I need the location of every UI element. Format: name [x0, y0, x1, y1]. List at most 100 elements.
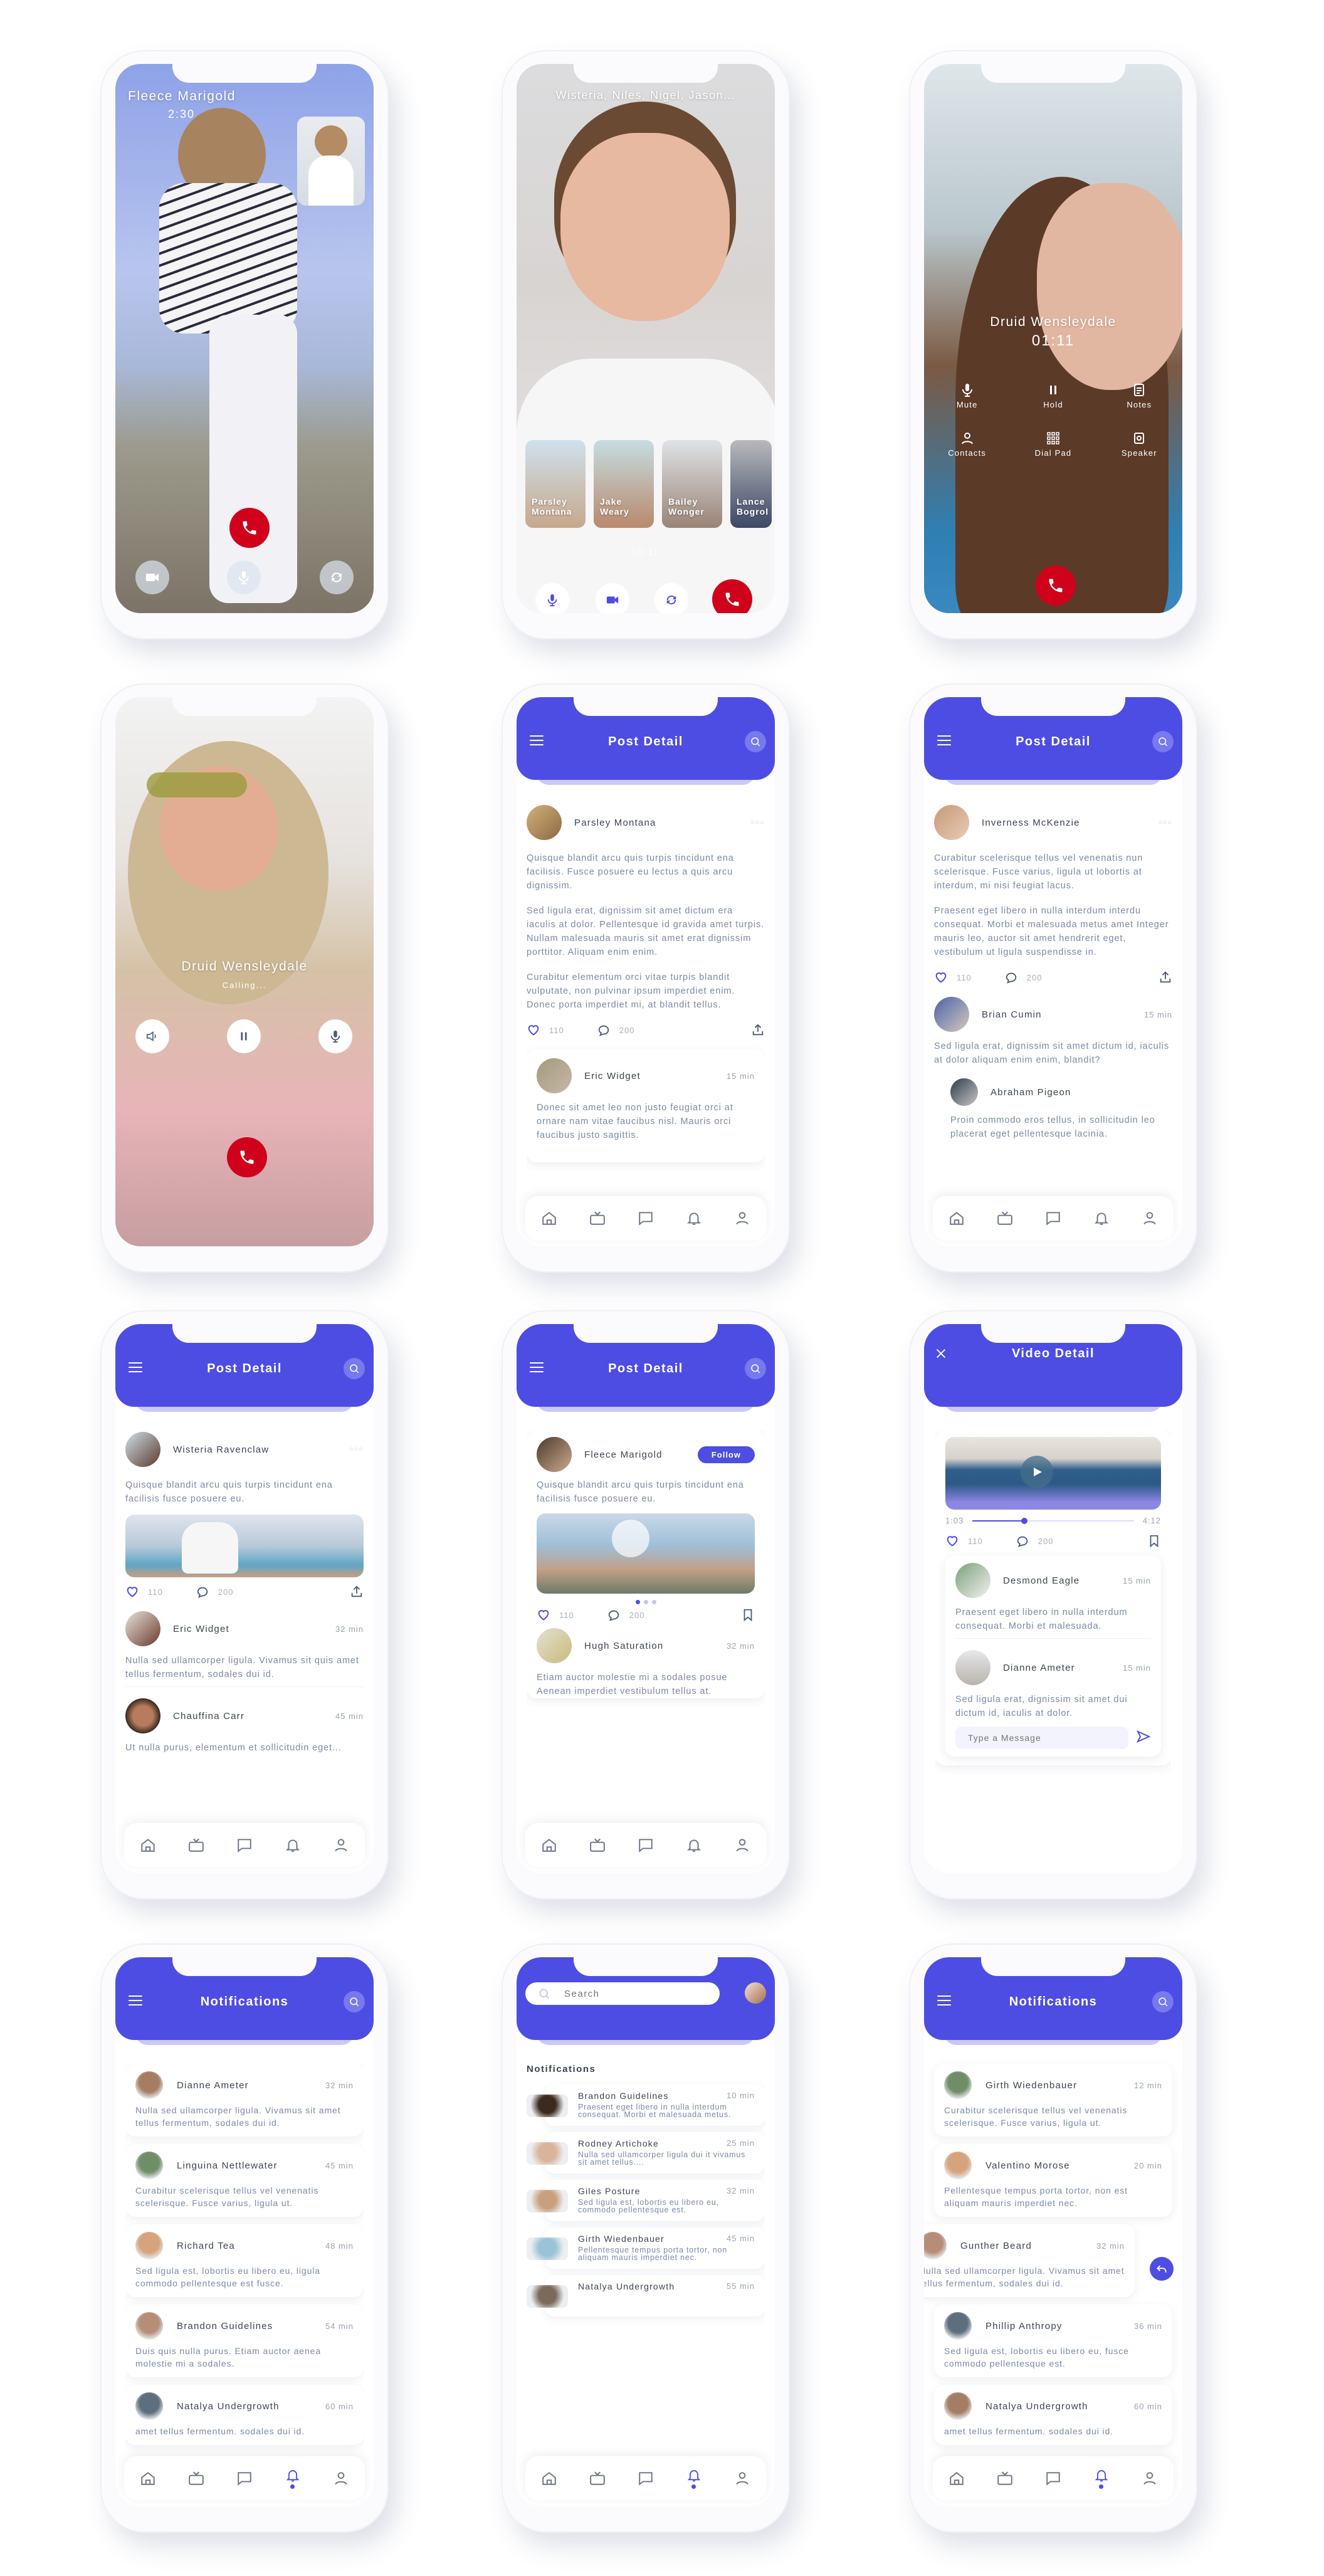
tab-home[interactable]	[539, 1834, 560, 1856]
follow-button[interactable]: Follow	[697, 1446, 755, 1463]
tab-notifications-active[interactable]	[282, 2468, 303, 2489]
tab-home[interactable]	[539, 2468, 560, 2489]
tab-profile[interactable]	[732, 2468, 753, 2489]
notification-row[interactable]: Natalya Undergrowth 55 min	[527, 2275, 765, 2318]
heart-icon[interactable]	[945, 1534, 959, 1548]
post-author[interactable]: Wisteria Ravenclaw	[173, 1444, 337, 1455]
seek-handle[interactable]	[1021, 1517, 1027, 1524]
post-image[interactable]	[125, 1515, 364, 1577]
share-icon[interactable]	[751, 1023, 765, 1037]
notification-card[interactable]: Gunther Beard 32 min Nulla sed ullamcorper…	[924, 2224, 1135, 2297]
tab-notifications[interactable]	[1091, 1207, 1112, 1229]
carousel-dot[interactable]	[643, 1600, 648, 1604]
end-call-button[interactable]	[229, 508, 270, 548]
search-button[interactable]	[1152, 1991, 1174, 2012]
comment-author[interactable]: Eric Widget	[173, 1624, 323, 1634]
comment-icon[interactable]	[607, 1608, 621, 1622]
tab-videos[interactable]	[587, 2468, 608, 2489]
user-avatar[interactable]	[745, 1982, 766, 2004]
more-options-icon[interactable]: ○○○	[750, 819, 765, 826]
heart-icon[interactable]	[537, 1608, 550, 1622]
toggle-mic-button[interactable]	[227, 560, 261, 594]
tab-messages[interactable]	[1043, 2468, 1064, 2489]
post-author[interactable]: Parsley Montana	[574, 817, 738, 828]
comment-author[interactable]: Dianne Ameter	[1003, 1663, 1110, 1673]
tab-notifications-active[interactable]	[683, 2468, 705, 2489]
dialpad-button[interactable]: Dial Pad	[1010, 431, 1096, 458]
avatar[interactable]	[125, 1432, 160, 1467]
heart-icon[interactable]	[527, 1023, 540, 1037]
end-call-button[interactable]	[227, 1137, 267, 1177]
tab-home[interactable]	[946, 1207, 967, 1229]
tab-home[interactable]	[137, 2468, 159, 2489]
tab-home[interactable]	[137, 1834, 159, 1856]
tab-profile[interactable]	[330, 2468, 352, 2489]
play-button[interactable]	[1021, 1456, 1053, 1488]
post-author[interactable]: Fleece Marigold	[584, 1449, 685, 1460]
search-input[interactable]	[564, 1988, 690, 1999]
heart-icon[interactable]	[125, 1585, 139, 1599]
avatar[interactable]	[950, 1078, 978, 1106]
search-button[interactable]	[745, 1358, 766, 1379]
more-options-icon[interactable]: ○○○	[1158, 819, 1172, 826]
search-button[interactable]	[344, 1991, 365, 2012]
tab-videos[interactable]	[994, 2468, 1016, 2489]
tab-videos[interactable]	[186, 2468, 207, 2489]
speaker-button[interactable]: Speaker	[1096, 431, 1182, 458]
comment-icon[interactable]	[196, 1585, 209, 1599]
tab-messages[interactable]	[1043, 1207, 1064, 1229]
comment-author[interactable]: Desmond Eagle	[1003, 1575, 1110, 1586]
notification-card[interactable]: Linguina Nettlewater 45 min Curabitur scel…	[125, 2144, 364, 2217]
notification-card[interactable]: Phillip Anthropy 36 min Sed ligula est, lo…	[934, 2305, 1172, 2377]
video-player[interactable]	[945, 1437, 1161, 1510]
post-image-carousel[interactable]	[537, 1513, 755, 1594]
tab-videos[interactable]	[994, 1207, 1016, 1229]
mute-button[interactable]	[318, 1019, 352, 1053]
switch-camera-button[interactable]	[320, 560, 354, 594]
avatar[interactable]	[537, 1058, 572, 1093]
contacts-button[interactable]: Contacts	[924, 431, 1010, 458]
tab-home[interactable]	[946, 2468, 967, 2489]
participant-tile[interactable]: Lance Bogrol	[730, 440, 772, 528]
tab-notifications[interactable]	[282, 1834, 303, 1856]
notification-card[interactable]: Valentino Morose 20 min Pellentesque tempu…	[934, 2144, 1172, 2217]
notification-card[interactable]: Natalya Undergrowth 60 min amet tellus fer…	[934, 2385, 1172, 2445]
tab-profile[interactable]	[330, 1834, 352, 1856]
participant-tile[interactable]: Parsley Montana	[525, 440, 586, 528]
search-button[interactable]	[344, 1358, 365, 1379]
tab-videos[interactable]	[587, 1834, 608, 1856]
avatar[interactable]	[955, 1650, 990, 1685]
notification-row[interactable]: Brandon Guidelines 10 min Praesent eget li…	[527, 2084, 765, 2127]
share-icon[interactable]	[350, 1585, 364, 1599]
reply-author[interactable]: Abraham Pigeon	[990, 1087, 1172, 1098]
avatar[interactable]	[527, 805, 562, 840]
reply-button[interactable]	[1150, 2257, 1174, 2281]
notification-card[interactable]: Girth Wiedenbauer 12 min Curabitur sceleri…	[934, 2064, 1172, 2137]
switch-camera-button[interactable]	[654, 583, 688, 613]
more-options-icon[interactable]: ○○○	[349, 1446, 364, 1453]
tab-messages[interactable]	[635, 2468, 656, 2489]
carousel-dot[interactable]	[635, 1600, 640, 1604]
toggle-mic-button[interactable]	[535, 583, 569, 613]
comment-icon[interactable]	[1004, 970, 1018, 984]
notification-row[interactable]: Rodney Artichoke 25 min Nulla sed ullamcor…	[527, 2132, 765, 2175]
tab-videos[interactable]	[186, 1834, 207, 1856]
comment-author[interactable]: Chauffina Carr	[173, 1711, 323, 1722]
heart-icon[interactable]	[934, 970, 948, 984]
tab-messages[interactable]	[635, 1834, 656, 1856]
comment-author[interactable]: Eric Widget	[584, 1071, 714, 1081]
avatar[interactable]	[934, 997, 969, 1032]
toggle-video-button[interactable]	[596, 583, 629, 613]
tab-notifications-active[interactable]	[1091, 2468, 1112, 2489]
bookmark-icon[interactable]	[1147, 1534, 1161, 1548]
tab-notifications[interactable]	[683, 1207, 705, 1229]
carousel-dot[interactable]	[651, 1600, 656, 1604]
notification-card[interactable]: Dianne Ameter 32 min Nulla sed ullamcorper…	[125, 2064, 364, 2137]
comment-icon[interactable]	[1016, 1534, 1029, 1548]
comment-author[interactable]: Brian Cumin	[982, 1009, 1132, 1020]
notification-card[interactable]: Natalya Undergrowth 60 min amet tellus fer…	[125, 2385, 364, 2445]
notification-row[interactable]: Giles Posture 32 min Sed ligula est, lobor…	[527, 2180, 765, 2222]
notes-button[interactable]: Notes	[1096, 382, 1182, 409]
post-author[interactable]: Inverness McKenzie	[982, 817, 1145, 828]
notification-card[interactable]: Brandon Guidelines 54 min Duis quis nulla …	[125, 2305, 364, 2377]
